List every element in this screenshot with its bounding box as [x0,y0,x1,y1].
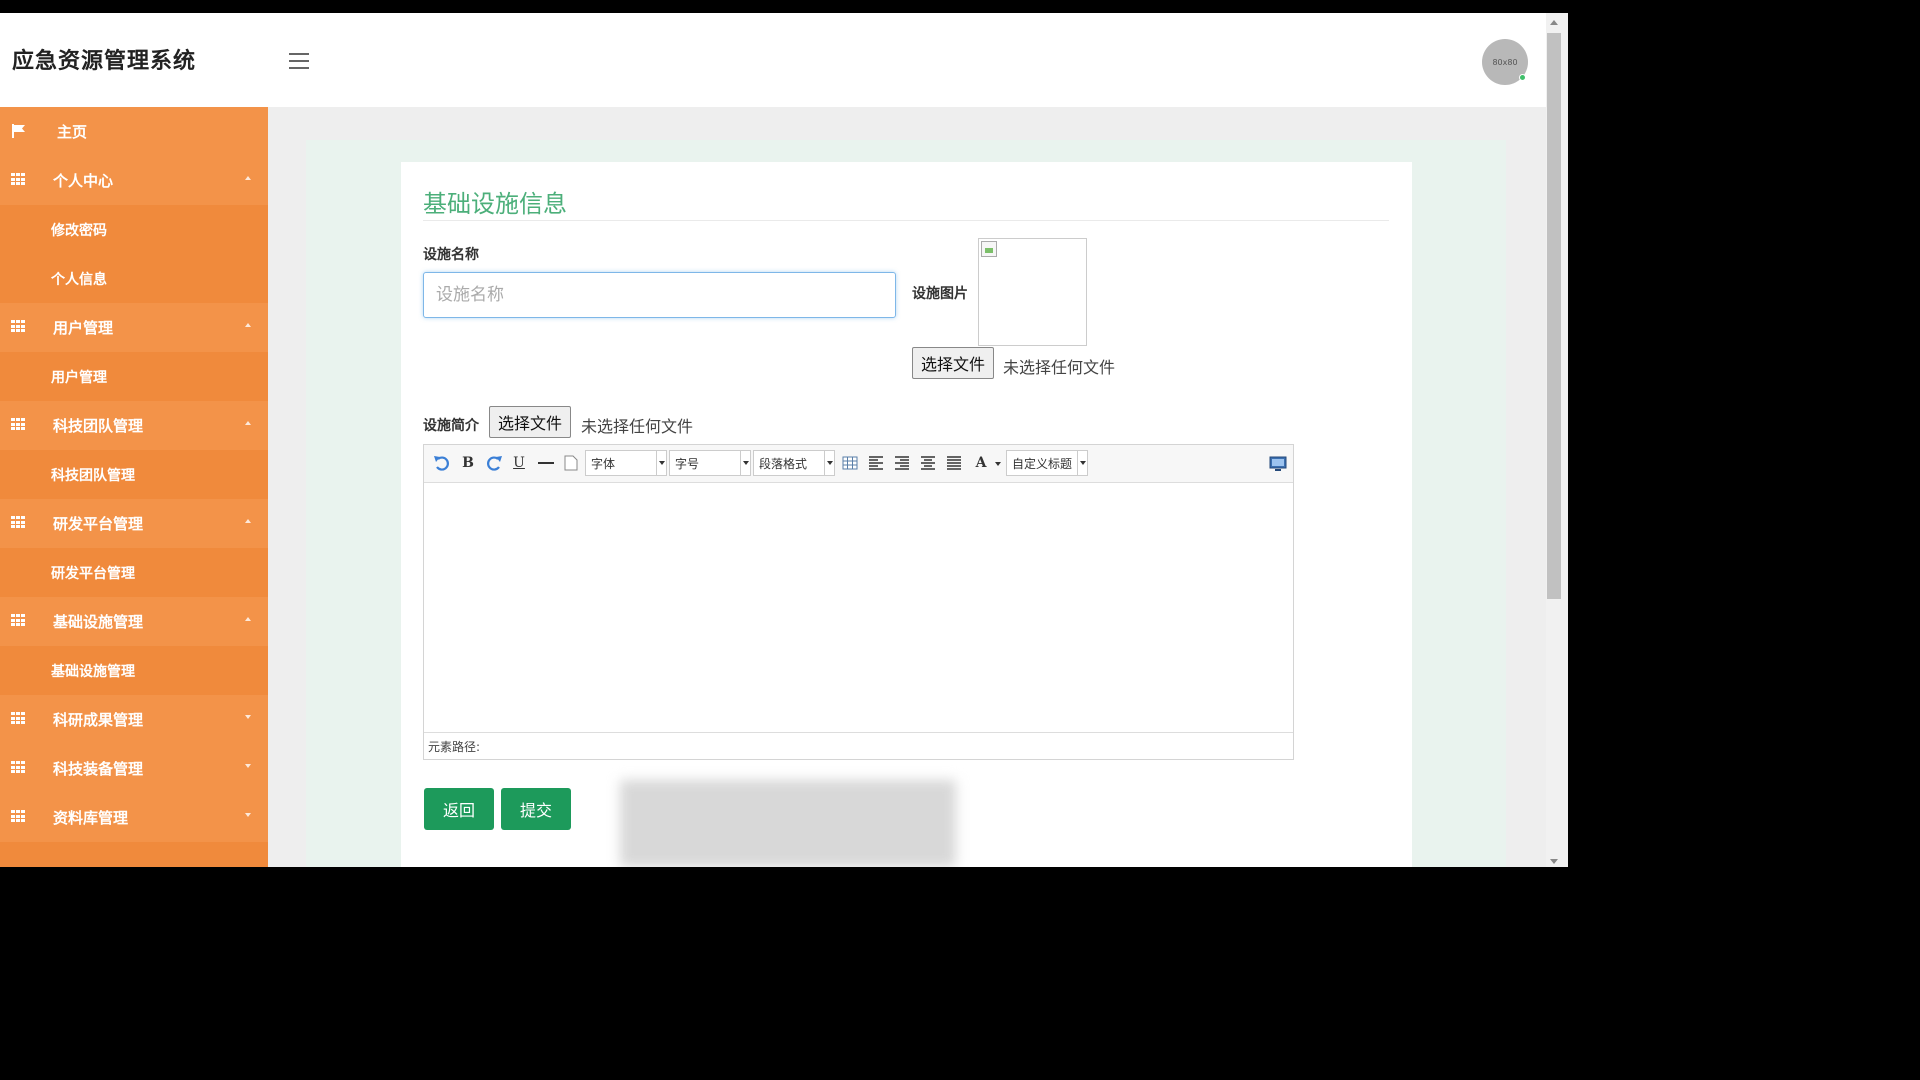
sidebar-item-personal-info[interactable]: 个人信息 [0,254,268,303]
sidebar-item-label: 个人中心 [53,172,114,190]
chevron-down-icon [245,764,251,768]
sidebar-group-user-management[interactable]: 用户管理 [0,303,268,352]
submit-button[interactable]: 提交 [501,788,571,830]
facility-image-label: 设施图片 [912,286,968,302]
flag-icon [12,124,25,138]
sidebar: 主页 个人中心 修改密码 个人信息 用户管理 用户管理 科技团队管理 科技团队管… [0,107,268,867]
chevron-down-icon [740,451,750,475]
align-justify-icon[interactable] [946,453,962,473]
underline-button[interactable]: U [511,453,527,473]
sidebar-item-infrastructure[interactable]: 基础设施管理 [0,646,268,695]
sidebar-group-infrastructure[interactable]: 基础设施管理 [0,597,268,646]
page-icon[interactable] [563,453,579,473]
align-center-icon[interactable] [920,453,936,473]
chevron-up-icon [245,323,251,327]
blurred-overlay [620,780,956,867]
facility-intro-label: 设施简介 [423,418,479,434]
font-color-button[interactable]: A [973,453,989,473]
page-title: 基础设施信息 [423,190,567,218]
facility-name-input[interactable] [423,272,896,318]
fullscreen-icon[interactable] [1269,453,1287,473]
editor-toolbar: B U 字体 字号 段落格式 A 自定义标题 [424,445,1293,483]
intro-file-status: 未选择任何文件 [581,417,694,436]
chevron-down-icon [1077,451,1087,475]
grid-icon [11,320,25,333]
table-icon[interactable] [842,453,858,473]
app-window: 应急资源管理系统 80x80 主页 个人中心 修改密码 个人信息 用户管理 用户… [0,13,1568,867]
sidebar-item-label: 基础设施管理 [53,613,144,631]
grid-icon [11,810,25,823]
sidebar-item-rd-platform[interactable]: 研发平台管理 [0,548,268,597]
chevron-down-icon[interactable] [995,462,1001,466]
sidebar-group-tech-team[interactable]: 科技团队管理 [0,401,268,450]
font-size-select[interactable]: 字号 [669,450,751,476]
grid-icon [11,173,25,186]
font-family-select[interactable]: 字体 [585,450,667,476]
scroll-down-arrow-icon[interactable] [1550,859,1558,864]
chevron-down-icon [245,813,251,817]
custom-title-select[interactable]: 自定义标题 [1006,450,1088,476]
top-header: 应急资源管理系统 80x80 [0,13,1546,107]
sidebar-item-label: 资料库管理 [53,809,129,827]
chevron-up-icon [245,617,251,621]
sidebar-group-research-results[interactable]: 科研成果管理 [0,695,268,744]
menu-toggle-icon[interactable] [289,53,309,69]
redo-icon[interactable] [485,453,503,473]
chevron-down-icon [245,715,251,719]
rich-text-editor: B U 字体 字号 段落格式 A 自定义标题 元素路径: [423,444,1294,760]
image-choose-file-button[interactable]: 选择文件 [912,347,995,379]
grid-icon [11,614,25,627]
scroll-up-arrow-icon[interactable] [1550,20,1558,25]
font-size-select-value: 字号 [675,456,700,471]
sidebar-item-change-password[interactable]: 修改密码 [0,205,268,254]
paragraph-format-select[interactable]: 段落格式 [753,450,835,476]
chevron-up-icon [245,519,251,523]
grid-icon [11,516,25,529]
sidebar-group-rd-platform[interactable]: 研发平台管理 [0,499,268,548]
sidebar-group-library[interactable]: 资料库管理 [0,793,268,842]
app-title: 应急资源管理系统 [12,49,197,74]
bold-button[interactable]: B [460,453,476,473]
sidebar-item-user-management[interactable]: 用户管理 [0,352,268,401]
custom-title-select-value: 自定义标题 [1012,456,1073,471]
align-right-icon[interactable] [894,453,910,473]
online-status-dot [1519,74,1526,81]
sidebar-group-personal-center[interactable]: 个人中心 [0,156,268,205]
sidebar-item-label: 科技团队管理 [53,417,144,435]
sidebar-item-label: 研发平台管理 [53,515,144,533]
sidebar-item-tech-team[interactable]: 科技团队管理 [0,450,268,499]
grid-icon [11,761,25,774]
editor-element-path: 元素路径: [424,732,1293,759]
sidebar-item-label: 科研成果管理 [53,711,144,729]
sidebar-item-label: 用户管理 [53,319,114,337]
font-family-select-value: 字体 [591,456,616,471]
sidebar-item-home[interactable]: 主页 [0,107,268,156]
sidebar-item-label: 科技装备管理 [53,760,144,778]
intro-choose-file-button[interactable]: 选择文件 [489,406,572,438]
form-card: 基础设施信息 设施名称 设施图片 选择文件 未选择任何文件 设施简介 选择文件 … [401,162,1412,867]
sidebar-item-label: 主页 [57,123,88,141]
grid-icon [11,418,25,431]
grid-icon [11,712,25,725]
sidebar-group-tech-equipment[interactable]: 科技装备管理 [0,744,268,793]
scrollbar-thumb[interactable] [1547,33,1561,599]
chevron-up-icon [245,421,251,425]
facility-image-preview [978,238,1087,346]
chevron-up-icon [245,176,251,180]
facility-name-label: 设施名称 [423,247,479,263]
align-left-icon[interactable] [868,453,884,473]
back-button[interactable]: 返回 [424,788,494,830]
broken-image-icon [981,241,997,257]
editor-content-area[interactable] [424,483,1293,734]
paragraph-format-select-value: 段落格式 [759,456,808,471]
title-divider [423,220,1389,221]
chevron-down-icon [656,451,666,475]
undo-icon[interactable] [433,453,451,473]
image-file-status: 未选择任何文件 [1003,358,1116,377]
horizontal-rule-icon[interactable] [537,453,555,473]
chevron-down-icon [824,451,834,475]
